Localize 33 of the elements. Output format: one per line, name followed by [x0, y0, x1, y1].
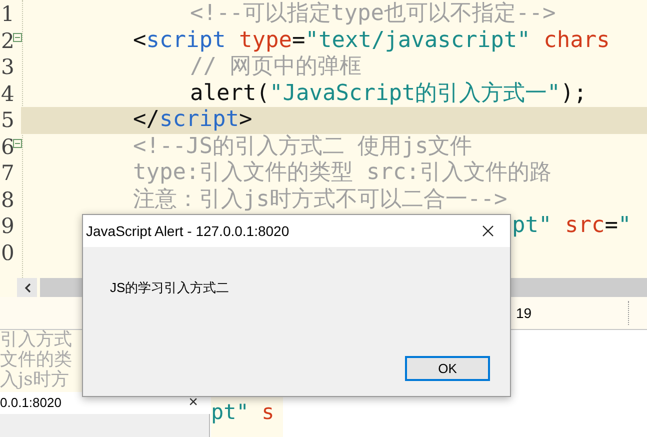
code-line: <!--JS的引入方式二 使用js文件	[133, 134, 472, 160]
code-line: </script>	[133, 107, 252, 134]
close-icon	[482, 225, 494, 237]
cursor-position: 19	[516, 304, 532, 322]
code-line: // 网页中的弹框	[190, 54, 362, 80]
code-line: 入js时方	[0, 370, 70, 390]
scroll-left-button[interactable]	[17, 278, 37, 297]
line-number: 3	[1, 54, 13, 80]
chevron-left-icon	[24, 282, 30, 292]
close-button[interactable]	[480, 223, 496, 239]
code-line: 引入方式	[0, 330, 73, 350]
fold-minus-icon[interactable]	[13, 138, 22, 148]
window-title: 0.0.1:8020	[0, 394, 62, 412]
line-number: 5	[1, 107, 13, 134]
line-number: 6	[1, 134, 13, 160]
line-number: 4	[1, 80, 13, 107]
line-number: 7	[1, 160, 13, 186]
ok-button[interactable]: OK	[405, 356, 490, 381]
code-line: <script type="text/javascript" chars	[133, 28, 610, 54]
line-number: 2	[1, 28, 13, 54]
code-line: pt" src="	[512, 213, 632, 240]
line-number: 1	[1, 1, 13, 28]
code-line: 文件的类	[0, 350, 73, 370]
code-line: alert("JavaScript的引入方式一");	[190, 80, 587, 107]
line-number: 9	[1, 213, 13, 240]
fold-minus-icon[interactable]	[13, 32, 22, 42]
line-number: 0	[1, 240, 13, 266]
dialog-title: JavaScript Alert - 127.0.0.1:8020	[86, 222, 290, 241]
code-line: type:引入文件的类型 src:引入文件的路	[133, 160, 552, 186]
code-line: 注意：引入js时方式不可以二合一-->	[133, 186, 508, 213]
code-line: <!--可以指定type也可以不指定-->	[190, 1, 556, 28]
alert-message: JS的学习引入方式二	[110, 279, 230, 297]
line-number: 8	[1, 186, 13, 213]
